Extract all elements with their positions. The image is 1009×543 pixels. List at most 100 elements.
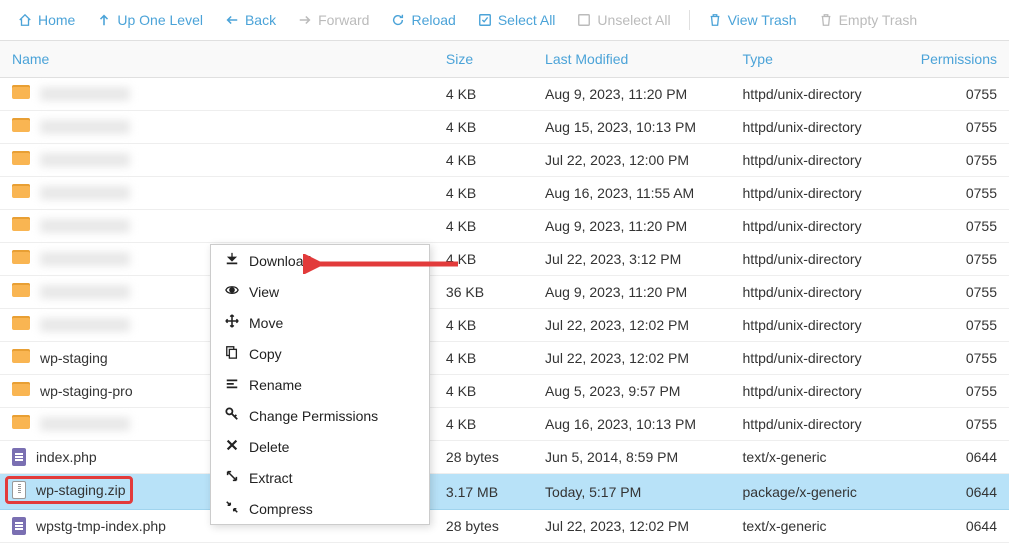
empty-trash-label: Empty Trash [839, 12, 918, 28]
table-row[interactable]: wp-staging-pro4 KBAug 5, 2023, 9:57 PMht… [0, 375, 1009, 408]
cell-size: 3.17 MB [434, 474, 533, 510]
file-name [40, 318, 130, 332]
cell-perm: 0644 [909, 441, 1009, 474]
file-name [40, 252, 130, 266]
column-header-type[interactable]: Type [731, 41, 909, 78]
file-name [40, 186, 130, 200]
key-icon [225, 407, 239, 424]
unselect-all-button: Unselect All [569, 8, 678, 32]
column-header-last-modified[interactable]: Last Modified [533, 41, 730, 78]
extract-label: Extract [249, 470, 293, 486]
cell-size: 4 KB [434, 309, 533, 342]
cell-modified: Jul 22, 2023, 12:02 PM [533, 510, 730, 543]
move-label: Move [249, 315, 283, 331]
cell-type: httpd/unix-directory [731, 276, 909, 309]
context-menu-change-permissions[interactable]: Change Permissions [211, 400, 429, 431]
up-one-level-button[interactable]: Up One Level [89, 8, 211, 32]
cell-size: 4 KB [434, 144, 533, 177]
select-all-button[interactable]: Select All [470, 8, 564, 32]
view-trash-button[interactable]: View Trash [700, 8, 805, 32]
forward-label: Forward [318, 12, 369, 28]
context-menu-copy[interactable]: Copy [211, 338, 429, 369]
cell-modified: Today, 5:17 PM [533, 474, 730, 510]
cell-type: httpd/unix-directory [731, 78, 909, 111]
forward-arrow-icon [298, 13, 312, 27]
file-name [40, 285, 130, 299]
table-row[interactable]: 4 KBJul 22, 2023, 3:12 PMhttpd/unix-dire… [0, 243, 1009, 276]
empty-trash-icon [819, 13, 833, 27]
cell-size: 28 bytes [434, 441, 533, 474]
up-arrow-icon [97, 13, 111, 27]
file-name [40, 417, 130, 431]
cell-perm: 0755 [909, 342, 1009, 375]
compress-icon [225, 500, 239, 517]
context-menu-view[interactable]: View [211, 276, 429, 307]
file-name: wpstg-tmp-index.php [36, 518, 166, 534]
table-row[interactable]: 4 KBAug 16, 2023, 10:13 PMhttpd/unix-dir… [0, 408, 1009, 441]
table-row[interactable]: 4 KBJul 22, 2023, 12:00 PMhttpd/unix-dir… [0, 144, 1009, 177]
cell-type: text/x-generic [731, 510, 909, 543]
delete-label: Delete [249, 439, 289, 455]
zip-icon [12, 481, 26, 499]
reload-button[interactable]: Reload [383, 8, 463, 32]
back-button[interactable]: Back [217, 8, 284, 32]
toolbar: Home Up One Level Back Forward Reload Se… [0, 0, 1009, 41]
cell-size: 4 KB [434, 111, 533, 144]
cell-modified: Jul 22, 2023, 3:12 PM [533, 243, 730, 276]
context-menu-move[interactable]: Move [211, 307, 429, 338]
cell-perm: 0755 [909, 111, 1009, 144]
folder-icon [12, 415, 30, 433]
select-all-label: Select All [498, 12, 556, 28]
cell-size: 4 KB [434, 342, 533, 375]
home-button[interactable]: Home [10, 8, 83, 32]
cell-size: 4 KB [434, 243, 533, 276]
context-menu-download[interactable]: Download [211, 245, 429, 276]
table-row[interactable]: 4 KBAug 9, 2023, 11:20 PMhttpd/unix-dire… [0, 78, 1009, 111]
table-row[interactable]: 4 KBJul 22, 2023, 12:02 PMhttpd/unix-dir… [0, 309, 1009, 342]
home-icon [18, 13, 32, 27]
context-menu: Download View Move Copy Rename Change Pe… [210, 244, 430, 525]
table-row[interactable]: 4 KBAug 9, 2023, 11:20 PMhttpd/unix-dire… [0, 210, 1009, 243]
cell-modified: Jul 22, 2023, 12:02 PM [533, 342, 730, 375]
context-menu-compress[interactable]: Compress [211, 493, 429, 524]
column-header-size[interactable]: Size [434, 41, 533, 78]
extract-icon [225, 469, 239, 486]
cell-modified: Aug 16, 2023, 11:55 AM [533, 177, 730, 210]
column-header-permissions[interactable]: Permissions [909, 41, 1009, 78]
table-row[interactable]: index.php28 bytesJun 5, 2014, 8:59 PMtex… [0, 441, 1009, 474]
cell-size: 28 bytes [434, 510, 533, 543]
cell-size: 4 KB [434, 408, 533, 441]
cell-perm: 0755 [909, 144, 1009, 177]
table-row[interactable]: wpstg-tmp-index.php 28 bytesJul 22, 2023,… [0, 510, 1009, 543]
folder-icon [12, 250, 30, 268]
cell-perm: 0755 [909, 375, 1009, 408]
empty-trash-button: Empty Trash [811, 8, 926, 32]
table-row[interactable]: wp-staging4 KBJul 22, 2023, 12:02 PMhttp… [0, 342, 1009, 375]
cell-perm: 0755 [909, 243, 1009, 276]
view-label: View [249, 284, 279, 300]
file-name: index.php [36, 449, 97, 465]
context-menu-extract[interactable]: Extract [211, 462, 429, 493]
unselect-all-label: Unselect All [597, 12, 670, 28]
reload-icon [391, 13, 405, 27]
file-name [40, 219, 130, 233]
context-menu-delete[interactable]: Delete [211, 431, 429, 462]
compress-label: Compress [249, 501, 313, 517]
rename-label: Rename [249, 377, 302, 393]
table-row[interactable]: 36 KBAug 9, 2023, 11:20 PMhttpd/unix-dir… [0, 276, 1009, 309]
cell-size: 4 KB [434, 78, 533, 111]
table-row[interactable]: 4 KBAug 16, 2023, 11:55 AMhttpd/unix-dir… [0, 177, 1009, 210]
table-row[interactable]: wp-staging.zip3.17 MBToday, 5:17 PMpacka… [0, 474, 1009, 510]
eye-icon [225, 283, 239, 300]
table-row[interactable]: 4 KBAug 15, 2023, 10:13 PMhttpd/unix-dir… [0, 111, 1009, 144]
cell-modified: Aug 16, 2023, 10:13 PM [533, 408, 730, 441]
cell-type: httpd/unix-directory [731, 177, 909, 210]
folder-icon [12, 118, 30, 136]
context-menu-rename[interactable]: Rename [211, 369, 429, 400]
cell-perm: 0755 [909, 408, 1009, 441]
cell-perm: 0755 [909, 309, 1009, 342]
folder-icon [12, 349, 30, 367]
column-header-name[interactable]: Name [0, 41, 434, 78]
cell-size: 4 KB [434, 177, 533, 210]
cell-size: 4 KB [434, 210, 533, 243]
